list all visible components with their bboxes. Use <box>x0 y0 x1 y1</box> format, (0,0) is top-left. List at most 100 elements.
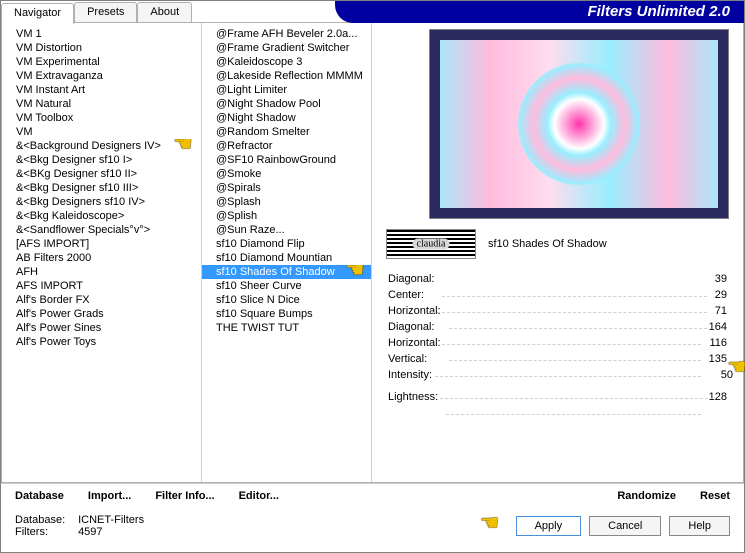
list-item[interactable]: VM Extravaganza <box>2 69 201 83</box>
list-item[interactable]: VM <box>2 125 201 139</box>
param-label: Diagonal: <box>388 271 434 287</box>
randomize-link[interactable]: Randomize <box>617 490 676 502</box>
list-item[interactable]: @Refractor <box>202 139 371 153</box>
apply-button[interactable]: Apply <box>516 516 582 536</box>
list-item[interactable]: VM Experimental <box>2 55 201 69</box>
filter-info-link[interactable]: Filter Info... <box>155 490 214 502</box>
param-value: 135 <box>709 351 727 367</box>
list-item[interactable]: AFH <box>2 265 201 279</box>
list-item[interactable]: @Lakeside Reflection MMMM <box>202 69 371 83</box>
import-link[interactable]: Import... <box>88 490 131 502</box>
param-value: 29 <box>715 287 727 303</box>
list-item[interactable]: &<Bkg Designer sf10 I> <box>2 153 201 167</box>
list-item[interactable]: @SF10 RainbowGround <box>202 153 371 167</box>
param-row[interactable]: Diagonal: 39 <box>386 271 729 287</box>
hand-pointer-icon <box>173 139 201 153</box>
param-label: Intensity: <box>388 367 432 389</box>
list-item[interactable]: VM Distortion <box>2 41 201 55</box>
list-item[interactable]: [AFS IMPORT] <box>2 237 201 251</box>
status-filters-value: 4597 <box>78 526 102 538</box>
list-item[interactable]: @Splish <box>202 209 371 223</box>
param-value: 39 <box>715 271 727 287</box>
title-bar: Filters Unlimited 2.0 <box>335 1 744 23</box>
list-item[interactable]: @Frame AFH Beveler 2.0a... <box>202 27 371 41</box>
status-database-value: ICNET-Filters <box>78 514 144 526</box>
list-item[interactable]: VM Toolbox <box>2 111 201 125</box>
param-slider[interactable] <box>432 297 707 313</box>
param-label: Lightness: <box>388 389 438 405</box>
bottom-link-bar: Database Import... Filter Info... Editor… <box>1 483 744 508</box>
category-list[interactable]: VM 1VM DistortionVM ExperimentalVM Extra… <box>2 23 202 482</box>
tab-about[interactable]: About <box>137 2 192 22</box>
param-slider[interactable] <box>440 377 713 399</box>
param-slider[interactable] <box>442 329 700 345</box>
parameter-panel: Diagonal: 39 Center: 29 Horizontal: 71 Diagona… <box>386 271 729 405</box>
help-button[interactable]: Help <box>669 516 730 536</box>
param-value: 164 <box>709 319 727 335</box>
list-item[interactable]: @Frame Gradient Switcher <box>202 41 371 55</box>
list-item[interactable]: &<Bkg Kaleidoscope> <box>2 209 201 223</box>
param-slider[interactable] <box>435 361 701 377</box>
database-link[interactable]: Database <box>15 490 64 502</box>
reset-link[interactable]: Reset <box>700 490 730 502</box>
param-slider[interactable] <box>446 399 700 415</box>
param-slider[interactable] <box>449 313 707 329</box>
editor-link[interactable]: Editor... <box>239 490 279 502</box>
list-item[interactable]: @Sun Raze... <box>202 223 371 237</box>
param-value: 71 <box>715 303 727 319</box>
list-item[interactable]: @Spirals <box>202 181 371 195</box>
param-label: Vertical: <box>388 351 427 367</box>
right-pane: sf10 Shades Of Shadow Diagonal: 39 Center:… <box>372 23 743 482</box>
param-value: 116 <box>709 335 727 351</box>
hand-pointer-icon <box>345 265 371 279</box>
list-item[interactable]: AB Filters 2000 <box>2 251 201 265</box>
list-item[interactable]: sf10 Diamond Mountian <box>202 251 371 265</box>
status-filters-label: Filters: <box>15 526 75 538</box>
list-item[interactable]: &<Background Designers IV> <box>2 139 201 153</box>
param-value: 50 <box>721 367 733 389</box>
list-item[interactable]: sf10 Diamond Flip <box>202 237 371 251</box>
param-label: Diagonal: <box>388 319 434 335</box>
list-item[interactable]: &<Bkg Designers sf10 IV> <box>2 195 201 209</box>
list-item[interactable]: &<Bkg Designer sf10 III> <box>2 181 201 195</box>
list-item[interactable]: Alf's Border FX <box>2 293 201 307</box>
filter-name-label: sf10 Shades Of Shadow <box>488 238 607 250</box>
param-label: Center: <box>388 287 424 303</box>
filter-title-row: sf10 Shades Of Shadow <box>386 229 729 259</box>
tab-presets[interactable]: Presets <box>74 2 137 22</box>
list-item[interactable]: @Smoke <box>202 167 371 181</box>
list-item[interactable]: @Splash <box>202 195 371 209</box>
list-item[interactable]: &<BKg Designer sf10 II> <box>2 167 201 181</box>
param-slider[interactable] <box>442 281 706 297</box>
status-database-label: Database: <box>15 514 75 526</box>
preview-image <box>429 29 729 219</box>
filter-list[interactable]: @Frame AFH Beveler 2.0a...@Frame Gradien… <box>202 23 372 482</box>
status-bar: Database: ICNET-Filters Filters: 4597 Ap… <box>1 508 744 540</box>
list-item[interactable]: @Night Shadow Pool <box>202 97 371 111</box>
app-window: Filters Unlimited 2.0 NavigatorPresetsAb… <box>0 0 745 553</box>
param-slider[interactable] <box>449 345 702 361</box>
list-item[interactable]: Alf's Power Toys <box>2 335 201 349</box>
list-item[interactable]: sf10 Shades Of Shadow <box>202 265 371 279</box>
list-item[interactable]: AFS IMPORT <box>2 279 201 293</box>
cancel-button[interactable]: Cancel <box>589 516 661 536</box>
tab-navigator[interactable]: Navigator <box>1 3 74 24</box>
param-label: Horizontal: <box>388 335 441 351</box>
list-item[interactable]: @Kaleidoscope 3 <box>202 55 371 69</box>
list-item[interactable]: sf10 Square Bumps <box>202 307 371 321</box>
main-area: VM 1VM DistortionVM ExperimentalVM Extra… <box>1 23 744 483</box>
list-item[interactable]: &<Sandflower Specials°v°> <box>2 223 201 237</box>
list-item[interactable]: VM 1 <box>2 27 201 41</box>
list-item[interactable]: sf10 Slice N Dice <box>202 293 371 307</box>
list-item[interactable]: @Night Shadow <box>202 111 371 125</box>
list-item[interactable]: VM Instant Art <box>2 83 201 97</box>
list-item[interactable]: @Random Smelter <box>202 125 371 139</box>
list-item[interactable]: sf10 Sheer Curve <box>202 279 371 293</box>
list-item[interactable]: @Light Limiter <box>202 83 371 97</box>
list-item[interactable]: VM Natural <box>2 97 201 111</box>
list-item[interactable]: THE TWIST TUT <box>202 321 371 335</box>
watermark <box>386 229 476 259</box>
app-title: Filters Unlimited 2.0 <box>587 3 730 20</box>
list-item[interactable]: Alf's Power Sines <box>2 321 201 335</box>
list-item[interactable]: Alf's Power Grads <box>2 307 201 321</box>
